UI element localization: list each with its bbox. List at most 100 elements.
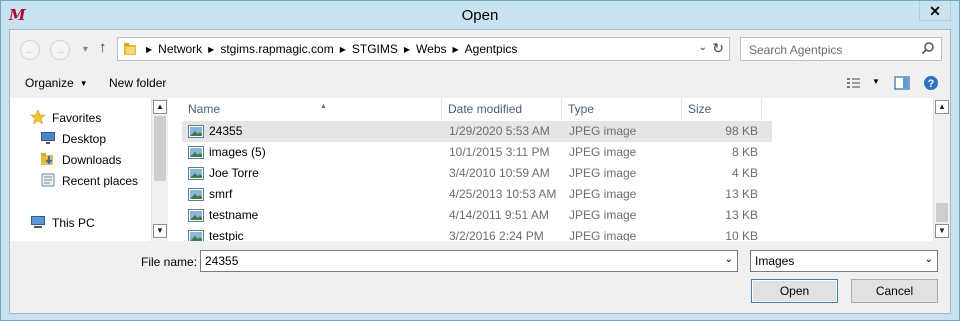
scroll-down-icon[interactable]: ▼ [153,224,167,238]
forward-arrow-icon[interactable]: → [50,40,70,60]
file-date: 3/2/2016 2:24 PM [449,229,544,241]
file-date: 4/14/2011 9:51 AM [449,208,549,222]
refresh-icon[interactable]: ↻ [712,40,724,57]
file-name-label: File name: [141,255,198,269]
sidebar-item-label: Recent places [62,174,139,188]
image-file-icon [188,146,204,159]
chevron-down-icon[interactable]: ⌄ [725,254,733,265]
sidebar-item-label: Favorites [52,111,102,125]
sidebar-item-downloads[interactable]: Downloads [40,152,121,167]
file-name-value: 24355 [205,254,239,268]
chevron-right-icon[interactable]: ▶ [208,45,214,54]
scroll-down-icon[interactable]: ▼ [935,224,949,238]
breadcrumb-server[interactable]: stgims.rapmagic.com [220,42,333,56]
cancel-button[interactable]: Cancel [851,279,938,303]
command-toolbar: Organize ▼ New folder ▼ ? [10,70,950,98]
file-name: smrf [209,187,233,201]
column-header-name[interactable]: Name ▲ [182,98,442,120]
search-input[interactable]: Search Agentpics [749,43,842,57]
image-file-icon [188,167,204,180]
sidebar-item-recent-places[interactable]: Recent places [40,173,138,188]
title-bar: M Open ✕ [1,1,959,29]
column-header-size[interactable]: Size [682,98,762,120]
new-folder-button[interactable]: New folder [109,76,166,90]
table-row[interactable]: testname 4/14/2011 9:51 AM JPEG image 13… [182,205,772,226]
column-header-type[interactable]: Type [562,98,682,120]
computer-icon [31,216,45,228]
back-arrow-icon[interactable]: ← [20,40,40,60]
table-row[interactable]: Joe Torre 3/4/2010 10:59 AM JPEG image 4… [182,163,772,184]
scrollbar-thumb[interactable] [154,116,166,181]
browser-body: Favorites Desktop Downloads Recent place… [10,98,950,241]
chevron-right-icon[interactable]: ▶ [340,45,346,54]
column-header-date[interactable]: Date modified [442,98,562,120]
chevron-down-icon[interactable]: ⌄ [925,254,933,265]
file-name-field[interactable]: 24355 ⌄ [200,250,738,272]
recent-locations-chevron-icon[interactable]: ▼ [81,44,90,54]
file-name: testname [209,208,259,222]
file-name: images (5) [209,145,266,159]
breadcrumb-stgims[interactable]: STGIMS [352,42,398,56]
view-dropdown-icon[interactable]: ▼ [872,77,880,86]
up-arrow-icon[interactable]: ↑ [99,39,107,56]
image-file-icon [188,188,204,201]
scroll-up-icon[interactable]: ▲ [935,100,949,114]
breadcrumb-agentpics[interactable]: Agentpics [465,42,518,56]
file-size: 10 KB [725,229,758,241]
chevron-down-icon: ▼ [79,79,88,88]
scroll-up-icon[interactable]: ▲ [153,100,167,114]
open-button[interactable]: Open [751,279,838,303]
sidebar-item-desktop[interactable]: Desktop [40,131,106,146]
file-date: 4/25/2013 10:53 AM [449,187,557,201]
file-list-scrollbar[interactable]: ▲ ▼ [933,98,950,241]
star-icon [30,110,46,124]
breadcrumb-network[interactable]: Network [158,42,202,56]
chevron-right-icon[interactable]: ▶ [453,45,459,54]
close-button[interactable]: ✕ [919,1,951,21]
search-box[interactable]: Search Agentpics [740,37,942,61]
view-options-icon[interactable] [846,76,862,90]
file-name: Joe Torre [209,166,259,180]
desktop-icon [41,132,55,144]
help-icon[interactable]: ? [923,75,939,91]
file-type-select[interactable]: Images ⌄ [750,250,938,272]
navigation-pane: Favorites Desktop Downloads Recent place… [10,98,170,241]
file-size: 13 KB [725,208,758,222]
file-size: 8 KB [731,145,758,159]
chevron-right-icon[interactable]: ▶ [404,45,410,54]
breadcrumb-webs[interactable]: Webs [416,42,446,56]
file-type: JPEG image [569,208,637,222]
address-dropdown-icon[interactable]: ⌄ [699,42,707,53]
recent-places-icon [41,173,55,187]
image-file-icon [188,125,204,138]
address-bar[interactable]: ▶ Network ▶ stgims.rapmagic.com ▶ STGIMS ▶ Webs… [117,37,730,61]
sidebar-item-favorites[interactable]: Favorites [30,110,101,125]
file-type: JPEG image [569,145,637,159]
chevron-right-icon[interactable]: ▶ [146,45,152,54]
sidebar-item-label: This PC [52,216,95,230]
table-row[interactable]: testpic 3/2/2016 2:24 PM JPEG image 10 K… [182,226,772,241]
column-header-label: Name [188,102,221,116]
organize-menu-button[interactable]: Organize ▼ [25,76,88,90]
sidebar-item-this-pc[interactable]: This PC [30,215,95,230]
image-file-icon [188,209,204,222]
file-date: 1/29/2020 5:53 AM [449,124,550,138]
table-row[interactable]: smrf 4/25/2013 10:53 AM JPEG image 13 KB [182,184,772,205]
navigation-scrollbar[interactable]: ▲ ▼ [151,98,168,241]
file-size: 13 KB [725,187,758,201]
scrollbar-thumb[interactable] [936,203,948,222]
file-name: testpic [209,229,244,241]
svg-text:?: ? [928,78,935,90]
sort-ascending-icon: ▲ [320,103,327,110]
open-dialog: M Open ✕ ← → ▼ ↑ ▶ Network ▶ stgims.rapmagi… [0,0,960,321]
preview-pane-icon[interactable] [894,75,910,91]
organize-label: Organize [25,76,74,90]
search-icon[interactable] [921,41,935,55]
window-title: Open [461,7,499,24]
file-type: JPEG image [569,229,637,241]
file-size: 98 KB [725,124,758,138]
file-type: JPEG image [569,166,637,180]
image-file-icon [188,230,204,241]
table-row[interactable]: 24355 1/29/2020 5:53 AM JPEG image 98 KB [182,121,772,142]
table-row[interactable]: images (5) 10/1/2015 3:11 PM JPEG image … [182,142,772,163]
